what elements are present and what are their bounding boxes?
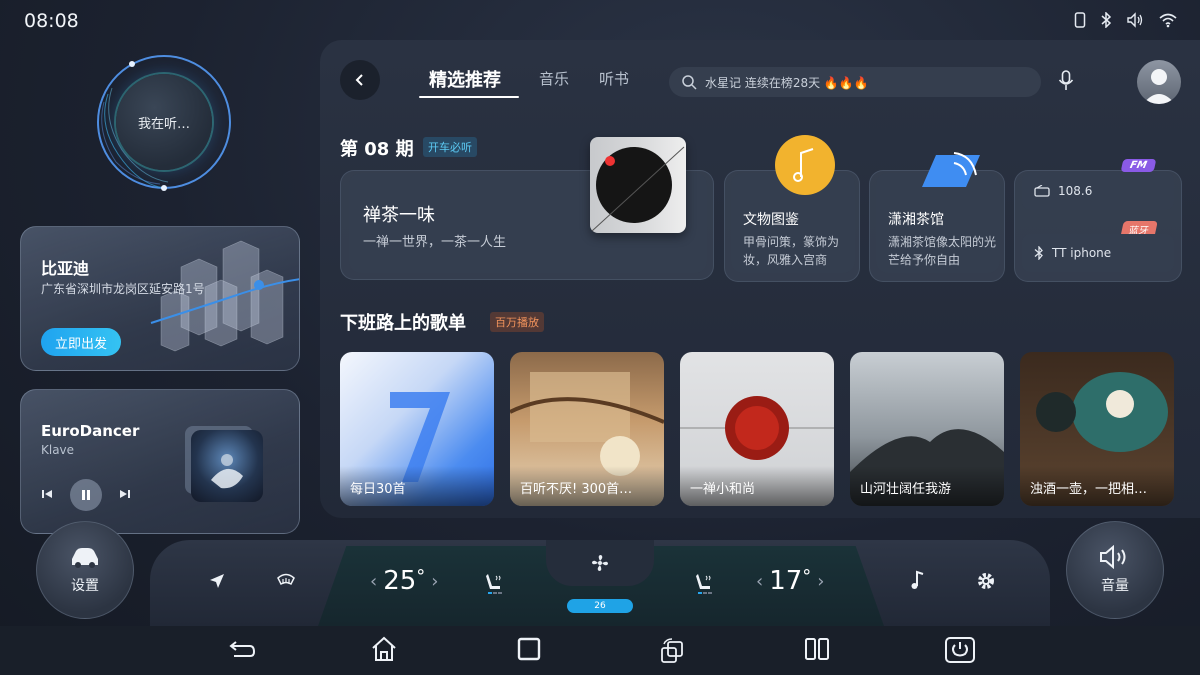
seat-heat-right-icon[interactable] (694, 572, 714, 596)
playlist-card[interactable]: 百听不厌! 300首… (510, 352, 664, 506)
right-temp-degree: ° (802, 565, 812, 587)
search-bar[interactable]: 水星记 连续在榜28天 🔥🔥🔥 (669, 67, 1041, 97)
card-teahouse-desc: 潇湘茶馆像太阳的光芒给予你自由 (888, 235, 997, 267)
bluetooth-source[interactable]: TT iphone (1022, 234, 1174, 272)
voice-assistant-orb[interactable]: 我在听… (88, 54, 238, 194)
chevron-left-icon (355, 74, 363, 86)
playlist-card[interactable]: 每日30首 (340, 352, 494, 506)
fm-badge: FM (1120, 159, 1157, 172)
chevron-right-icon[interactable]: › (431, 571, 438, 592)
bluetooth-device-name: TT iphone (1052, 246, 1112, 260)
issue-title: 第 08 期 (340, 139, 414, 160)
split-screen-icon[interactable] (804, 636, 830, 662)
system-navbar (0, 626, 1200, 675)
volume-button[interactable]: 音量 (1066, 521, 1164, 619)
next-track-icon[interactable] (119, 488, 131, 500)
card-relics-desc: 甲骨问策，篆饰为妆，风雅入宫商 (743, 235, 840, 267)
status-icons (1074, 12, 1178, 28)
tab-music[interactable]: 音乐 (539, 68, 569, 89)
chevron-left-icon[interactable]: ‹ (756, 571, 763, 592)
navigation-card[interactable]: 比亚迪 广东省深圳市龙岗区延安路1号 立即出发 (20, 226, 300, 371)
destination-title: 比亚迪 (41, 259, 90, 278)
song-title: EuroDancer (41, 422, 140, 440)
status-time: 08:08 (24, 10, 79, 32)
now-playing-card[interactable]: EuroDancer Klave (20, 389, 300, 534)
car-icon (72, 548, 98, 568)
settings-label: 设置 (71, 578, 99, 594)
power-icon[interactable] (944, 636, 976, 664)
playlist-label: 一禅小和尚 (680, 466, 834, 506)
active-tab-indicator (419, 96, 519, 98)
playlist-card[interactable]: 山河壮阔任我游 (850, 352, 1004, 506)
playlist-label: 山河壮阔任我游 (850, 466, 1004, 506)
playlist-section-title: 下班路上的歌单 (340, 313, 466, 334)
phone-icon (1074, 12, 1086, 28)
right-temp-value: 17 (769, 566, 803, 596)
volume-icon (1127, 12, 1143, 28)
fan-icon (592, 555, 608, 571)
fm-station[interactable]: 108.6 (1022, 172, 1174, 210)
fan-speed-value: 26 (594, 601, 606, 611)
chevron-left-icon[interactable]: ‹ (370, 571, 377, 592)
previous-track-icon[interactable] (41, 488, 53, 500)
playlist-section-tag: 百万播放 (490, 312, 544, 332)
left-temperature[interactable]: ‹ 25 ° › (370, 565, 439, 597)
issue-tag: 开车必听 (423, 137, 477, 157)
feature-title: 禅茶一味 (363, 205, 435, 226)
start-navigation-button[interactable]: 立即出发 (41, 328, 121, 356)
card-relics-title: 文物图鉴 (743, 212, 799, 228)
playlist-card[interactable]: 浊酒一壶，一把相… (1020, 352, 1174, 506)
left-temp-value: 25 (383, 566, 417, 596)
play-pause-button[interactable] (70, 479, 102, 511)
chevron-right-icon[interactable]: › (817, 571, 824, 592)
bluetooth-icon (1101, 12, 1112, 28)
card-teahouse[interactable]: 潇湘茶馆 潇湘茶馆像太阳的光芒给予你自由 (869, 152, 1005, 282)
speaker-icon (1100, 545, 1126, 569)
signal-icon (922, 152, 980, 187)
left-temp-degree: ° (416, 565, 426, 587)
orb-label: 我在听… (116, 74, 212, 170)
volume-label: 音量 (1101, 578, 1129, 594)
playlist-label: 百听不厌! 300首… (510, 466, 664, 506)
pause-icon (82, 490, 90, 500)
microphone-icon[interactable] (1058, 70, 1074, 92)
tab-featured[interactable]: 精选推荐 (429, 66, 501, 92)
song-artist: Klave (41, 443, 75, 457)
fm-frequency: 108.6 (1058, 184, 1093, 198)
music-note-icon (775, 135, 835, 195)
home-icon[interactable] (370, 636, 398, 662)
city-map-illustration (150, 240, 299, 352)
destination-address: 广东省深圳市龙岗区延安路1号 (41, 282, 205, 296)
right-temperature[interactable]: ‹ 17 ° › (756, 565, 825, 597)
gear-icon[interactable] (976, 571, 996, 591)
back-arrow-icon[interactable] (228, 636, 256, 662)
content-panel: 精选推荐 音乐 听书 水星记 连续在榜28天 🔥🔥🔥 第 08 期 开车必听 禅… (320, 40, 1200, 518)
vinyl-record-cover (590, 137, 686, 233)
card-teahouse-title: 潇湘茶馆 (888, 212, 944, 228)
recent-apps-icon[interactable] (516, 636, 542, 662)
navigation-arrow-icon[interactable] (208, 572, 226, 590)
fan-speed-indicator: 26 (567, 599, 633, 613)
tab-audiobooks[interactable]: 听书 (599, 68, 629, 89)
radio-icon (1034, 185, 1050, 197)
fan-button[interactable] (546, 540, 654, 586)
settings-button[interactable]: 设置 (36, 521, 134, 619)
music-note-icon[interactable] (910, 570, 926, 590)
playlist-label: 浊酒一壶，一把相… (1020, 466, 1174, 506)
user-avatar[interactable] (1137, 60, 1181, 104)
defrost-icon[interactable] (276, 572, 296, 588)
card-relics[interactable]: 文物图鉴 甲骨问策，篆饰为妆，风雅入宫商 (724, 135, 860, 282)
playlist-card[interactable]: 一禅小和尚 (680, 352, 834, 506)
playlist-label: 每日30首 (340, 466, 494, 506)
feature-subtitle: 一禅一世界，一茶一人生 (363, 235, 507, 250)
bluetooth-icon (1034, 246, 1043, 260)
search-icon (682, 75, 697, 90)
screen-rotate-icon[interactable] (658, 636, 688, 666)
back-button[interactable] (340, 60, 380, 100)
search-suggestion: 水星记 连续在榜28天 🔥🔥🔥 (705, 75, 869, 90)
album-art (191, 430, 263, 502)
wifi-icon (1159, 13, 1177, 28)
seat-heat-left-icon[interactable] (484, 572, 504, 596)
